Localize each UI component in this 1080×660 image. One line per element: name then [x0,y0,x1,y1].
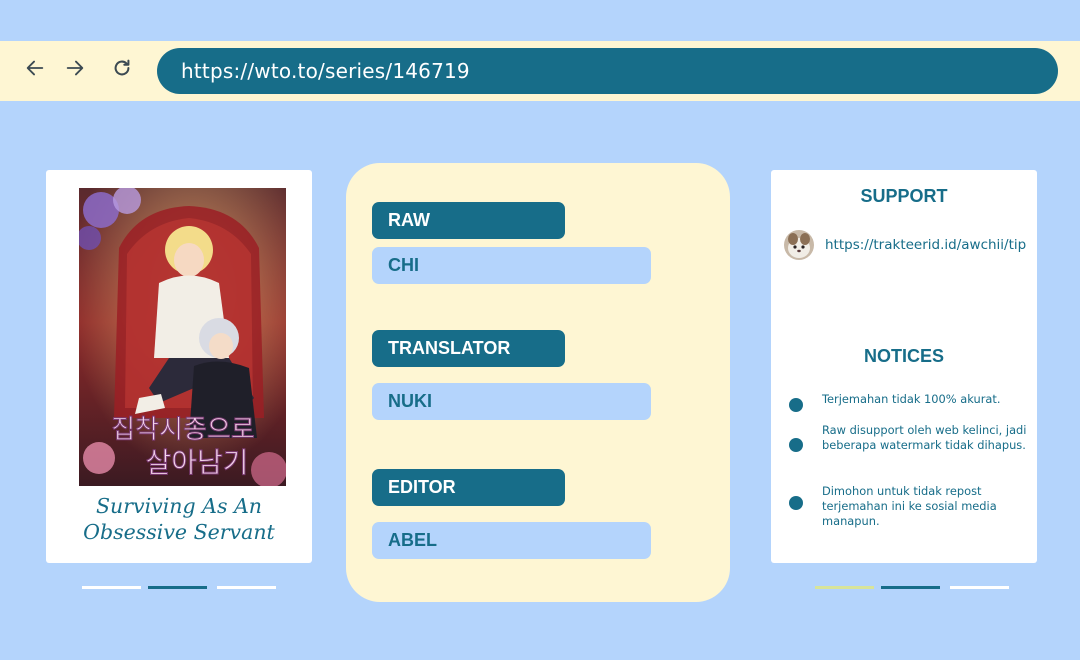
pager-dash-1[interactable] [82,586,141,589]
series-title: Surviving As An Obsessive Servant [46,493,312,545]
series-title-line2: Obsessive Servant [83,520,275,544]
support-title: SUPPORT [860,186,948,206]
svg-text:살아남기: 살아남기 [145,446,248,479]
bullet-icon [789,398,803,412]
notice-item: Terjemahan tidak 100% akurat. [789,392,1029,412]
pager-dash-1[interactable] [815,586,874,589]
arrow-right-icon [66,60,84,76]
notice-text: Dimohon untuk tidak repost terjemahan in… [822,484,997,528]
avatar [784,230,814,260]
reload-button[interactable] [109,55,135,81]
pager-dash-2-active[interactable] [148,586,207,589]
pager-dash-3[interactable] [217,586,276,589]
browser-toolbar: https://wto.to/series/146719 [0,41,1080,101]
reload-icon [114,59,130,76]
bullet-icon [789,496,803,510]
notice-item: Raw disupport oleh web kelinci, jadi beb… [789,423,1029,453]
series-title-line1: Surviving As An [95,494,262,518]
bullet-icon [789,438,803,452]
support-row[interactable]: https://trakteerid.id/awchii/tip [784,230,1026,260]
pager-dash-3[interactable] [950,586,1009,589]
credits-card: RAW CHI TRANSLATOR NUKI EDITOR ABEL [346,163,730,602]
address-bar[interactable]: https://wto.to/series/146719 [157,48,1058,94]
translator-label: TRANSLATOR [372,330,565,367]
cover-card: 집착시종으로 살아남기 Surviving As An Obsessive Se… [46,170,312,563]
translator-value: NUKI [372,383,651,420]
svg-text:집착시종으로: 집착시종으로 [111,415,255,445]
back-button[interactable] [22,55,48,81]
notices-title: NOTICES [863,346,944,366]
forward-button[interactable] [62,55,88,81]
notice-text: Terjemahan tidak 100% akurat. [822,392,1001,406]
notice-item: Dimohon untuk tidak repost terjemahan in… [789,484,1029,529]
raw-value: CHI [372,247,651,284]
raw-label: RAW [372,202,565,239]
info-card: SUPPORT https://trakteerid.id/awchii/tip… [771,170,1037,563]
editor-value: ABEL [372,522,651,559]
pager-dash-2-active[interactable] [881,586,940,589]
arrow-left-icon [26,60,44,76]
editor-label: EDITOR [372,469,565,506]
support-link[interactable]: https://trakteerid.id/awchii/tip [825,237,1026,253]
notice-text: Raw disupport oleh web kelinci, jadi beb… [822,423,1027,452]
cover-image: 집착시종으로 살아남기 [79,188,286,486]
